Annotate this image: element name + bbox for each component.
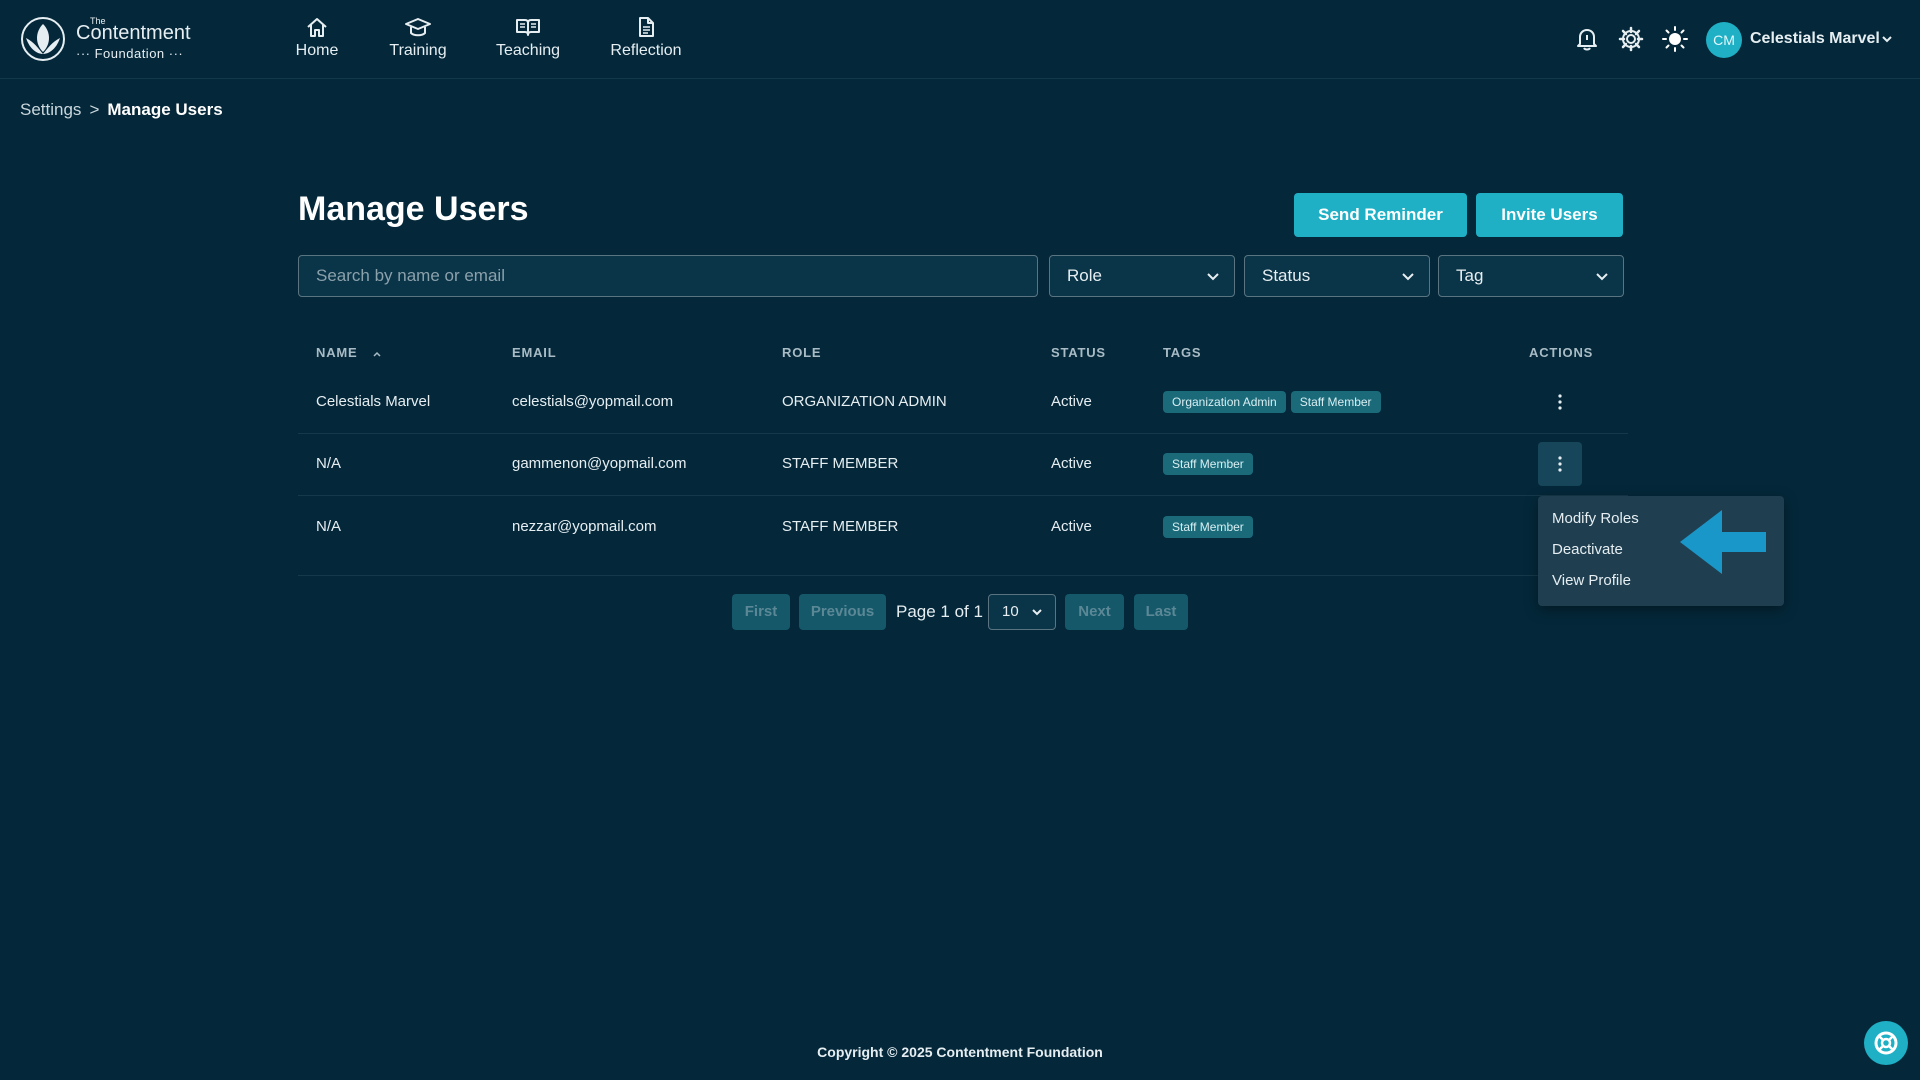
page-title: Manage Users (298, 190, 529, 228)
user-role-cell: STAFF MEMBER (782, 455, 899, 472)
avatar[interactable]: CM (1706, 22, 1742, 58)
user-status-cell: Active (1051, 518, 1092, 535)
column-header-status[interactable]: STATUS (1051, 345, 1106, 360)
status-filter-label: Status (1262, 266, 1311, 285)
status-filter-select[interactable]: Status (1244, 255, 1430, 297)
role-filter-select[interactable]: Role (1049, 255, 1235, 297)
user-status-cell: Active (1051, 455, 1092, 472)
top-navigation-bar: The Contentment ··· Foundation ··· Home … (0, 0, 1920, 79)
notifications-button[interactable] (1574, 26, 1600, 52)
user-email-cell: nezzar@yopmail.com (512, 518, 657, 535)
more-vertical-icon (1558, 394, 1562, 410)
user-tags-cell: Staff Member (1163, 496, 1258, 558)
last-page-button[interactable]: Last (1134, 594, 1188, 630)
nav-teaching[interactable]: Teaching (496, 16, 560, 66)
book-icon (516, 19, 540, 36)
tag-filter-select[interactable]: Tag (1438, 255, 1624, 297)
chevron-down-icon (1596, 273, 1608, 281)
previous-page-button[interactable]: Previous (799, 594, 886, 630)
view-profile-menu-item[interactable]: View Profile (1552, 572, 1631, 589)
user-name[interactable]: Celestials Marvel (1750, 30, 1880, 48)
user-name-cell: Celestials Marvel (316, 393, 431, 410)
column-header-email[interactable]: EMAIL (512, 345, 556, 360)
document-icon (639, 17, 654, 37)
row-actions-button[interactable] (1538, 442, 1582, 486)
nav-teaching-label: Teaching (496, 42, 561, 59)
nav-reflection[interactable]: Reflection (610, 16, 682, 66)
lotus-logo-icon (21, 17, 65, 61)
user-role-cell: ORGANIZATION ADMIN (782, 393, 947, 410)
role-filter-label: Role (1067, 266, 1102, 285)
settings-button[interactable] (1618, 26, 1644, 52)
tag-badge: Staff Member (1163, 516, 1253, 539)
search-input[interactable] (298, 255, 1038, 297)
row-actions-button[interactable] (1538, 380, 1582, 424)
theme-toggle-button[interactable] (1662, 26, 1688, 52)
table-row: N/A nezzar@yopmail.com STAFF MEMBER Acti… (298, 496, 1628, 558)
deactivate-menu-item[interactable]: Deactivate (1552, 541, 1623, 558)
tag-filter-label: Tag (1456, 266, 1484, 285)
breadcrumb-separator: > (89, 100, 100, 119)
sort-ascending-icon (373, 351, 381, 357)
user-tags-cell: Organization Admin Staff Member (1163, 371, 1386, 433)
nav-training[interactable]: Training (388, 16, 448, 66)
lifebuoy-icon (1874, 1031, 1898, 1055)
table-row: N/A gammenon@yopmail.com STAFF MEMBER Ac… (298, 433, 1628, 496)
send-reminder-button[interactable]: Send Reminder (1294, 193, 1467, 237)
page-size-select[interactable]: 10 (988, 594, 1056, 630)
page-size-value: 10 (1002, 603, 1019, 620)
tag-badge: Staff Member (1290, 391, 1381, 414)
graduation-cap-icon (405, 18, 431, 37)
user-name-cell: N/A (316, 455, 342, 472)
tag-badge: Staff Member (1163, 453, 1253, 476)
column-header-name-label: NAME (316, 345, 358, 360)
help-button[interactable] (1864, 1021, 1908, 1065)
brand-line-2: Contentment (76, 22, 191, 44)
breadcrumb-current: Manage Users (107, 100, 223, 119)
first-page-button[interactable]: First (732, 594, 790, 630)
nav-reflection-label: Reflection (610, 42, 682, 59)
footer-copyright: Copyright © 2025 Contentment Foundation (817, 1044, 1103, 1060)
breadcrumb-settings[interactable]: Settings (20, 100, 81, 119)
bell-icon (1577, 29, 1597, 51)
more-vertical-icon (1558, 456, 1562, 472)
nav-home-label: Home (295, 42, 339, 59)
chevron-down-icon[interactable] (1880, 32, 1894, 46)
arrow-left-icon (1680, 510, 1766, 574)
table-divider (298, 575, 1628, 576)
brand-line-3: ··· Foundation ··· (76, 46, 184, 61)
column-header-role[interactable]: ROLE (782, 345, 821, 360)
home-icon (307, 18, 327, 37)
user-email-cell: gammenon@yopmail.com (512, 455, 687, 472)
column-header-tags: TAGS (1163, 345, 1202, 360)
chevron-down-icon (1207, 273, 1219, 281)
page-indicator: Page 1 of 1 (896, 602, 983, 621)
gear-icon (1618, 26, 1644, 52)
nav-training-label: Training (389, 42, 447, 59)
user-email-cell: celestials@yopmail.com (512, 393, 674, 410)
logo[interactable]: The Contentment ··· Foundation ··· (20, 16, 220, 62)
table-row: Celestials Marvel celestials@yopmail.com… (298, 371, 1628, 434)
invite-users-button[interactable]: Invite Users (1476, 193, 1623, 237)
breadcrumb: Settings > Manage Users (20, 100, 223, 120)
user-tags-cell: Staff Member (1163, 433, 1258, 495)
user-name-cell: N/A (316, 518, 342, 535)
user-role-cell: STAFF MEMBER (782, 518, 899, 535)
user-status-cell: Active (1051, 393, 1092, 410)
tag-badge: Organization Admin (1163, 391, 1286, 414)
column-header-actions: ACTIONS (1529, 345, 1594, 360)
next-page-button[interactable]: Next (1065, 594, 1124, 630)
sun-icon (1662, 26, 1688, 52)
nav-home[interactable]: Home (290, 16, 344, 66)
modify-roles-menu-item[interactable]: Modify Roles (1552, 510, 1639, 527)
chevron-down-icon (1402, 273, 1414, 281)
column-header-name[interactable]: NAME (316, 345, 382, 360)
chevron-down-icon (1032, 609, 1042, 616)
